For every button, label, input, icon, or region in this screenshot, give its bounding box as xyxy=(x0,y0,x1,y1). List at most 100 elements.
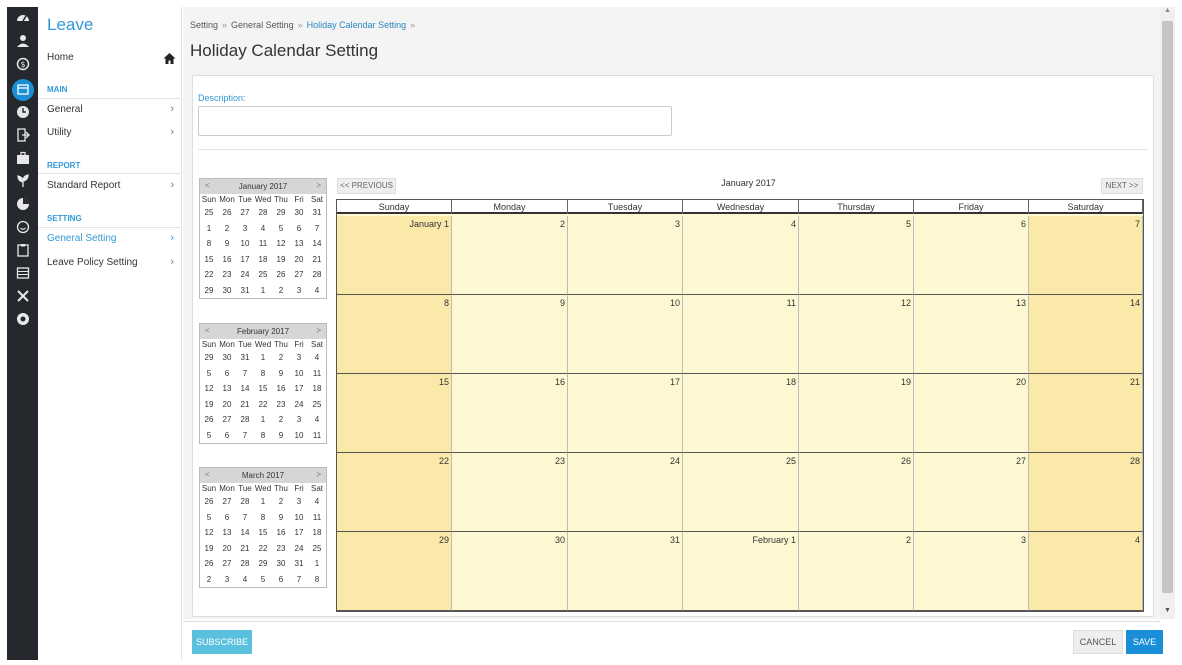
mini-day-cell[interactable]: 19 xyxy=(200,541,218,557)
calendar-day-cell[interactable]: 6 xyxy=(914,216,1029,295)
mini-day-cell[interactable]: 26 xyxy=(200,412,218,428)
breadcrumb-item[interactable]: Setting xyxy=(190,20,218,30)
mini-day-cell[interactable]: 31 xyxy=(290,556,308,572)
mini-next-icon[interactable]: > xyxy=(316,470,321,479)
mini-day-cell[interactable]: 8 xyxy=(254,366,272,382)
calendar-day-cell[interactable]: January 1 xyxy=(337,216,452,295)
mini-day-cell[interactable]: 20 xyxy=(218,397,236,413)
mini-day-cell[interactable]: 31 xyxy=(308,205,326,221)
mini-day-cell[interactable]: 2 xyxy=(272,350,290,366)
save-button[interactable]: SAVE xyxy=(1126,630,1163,654)
mini-day-cell[interactable]: 8 xyxy=(200,236,218,252)
mini-day-cell[interactable]: 26 xyxy=(218,205,236,221)
mini-day-cell[interactable]: 30 xyxy=(218,283,236,299)
calendar-day-cell[interactable]: 28 xyxy=(1029,453,1143,532)
briefcase-icon[interactable] xyxy=(7,150,38,172)
plant-icon[interactable] xyxy=(7,173,38,195)
calendar-day-cell[interactable]: 15 xyxy=(337,374,452,453)
mini-day-cell[interactable]: 25 xyxy=(308,397,326,413)
calendar-day-cell[interactable]: 24 xyxy=(568,453,683,532)
mini-day-cell[interactable]: 8 xyxy=(254,428,272,444)
mini-day-cell[interactable]: 16 xyxy=(272,525,290,541)
mini-day-cell[interactable]: 30 xyxy=(272,556,290,572)
table-icon[interactable] xyxy=(7,265,38,287)
mini-day-cell[interactable]: 29 xyxy=(272,205,290,221)
mini-day-cell[interactable]: 26 xyxy=(200,556,218,572)
sidebar-item-leave-policy-setting[interactable]: Leave Policy Setting › xyxy=(38,253,182,275)
calendar-day-cell[interactable]: 7 xyxy=(1029,216,1143,295)
mini-day-cell[interactable]: 3 xyxy=(290,412,308,428)
calendar-day-cell[interactable]: 19 xyxy=(799,374,914,453)
mini-day-cell[interactable]: 25 xyxy=(308,541,326,557)
mini-day-cell[interactable]: 19 xyxy=(272,252,290,268)
clock-icon[interactable] xyxy=(7,104,38,126)
user-icon[interactable] xyxy=(7,33,38,55)
mini-day-cell[interactable]: 19 xyxy=(200,397,218,413)
mini-day-cell[interactable]: 8 xyxy=(308,572,326,588)
calendar-day-cell[interactable]: 8 xyxy=(337,295,452,374)
mini-day-cell[interactable]: 23 xyxy=(272,541,290,557)
mini-day-cell[interactable]: 12 xyxy=(272,236,290,252)
calendar-day-cell[interactable]: 5 xyxy=(799,216,914,295)
mini-day-cell[interactable]: 10 xyxy=(236,236,254,252)
mini-day-cell[interactable]: 16 xyxy=(218,252,236,268)
scroll-down-icon[interactable]: ▼ xyxy=(1160,607,1175,619)
scroll-up-icon[interactable]: ▲ xyxy=(1160,7,1175,19)
calendar-day-cell[interactable]: 25 xyxy=(683,453,799,532)
mini-day-cell[interactable]: 17 xyxy=(236,252,254,268)
calendar-day-cell[interactable]: 11 xyxy=(683,295,799,374)
mini-day-cell[interactable]: 27 xyxy=(218,412,236,428)
mini-day-cell[interactable]: 10 xyxy=(290,428,308,444)
calendar-day-cell[interactable]: 12 xyxy=(799,295,914,374)
mini-day-cell[interactable]: 27 xyxy=(236,205,254,221)
mini-day-cell[interactable]: 11 xyxy=(308,428,326,444)
tools-icon[interactable] xyxy=(7,288,38,310)
mini-day-cell[interactable]: 3 xyxy=(236,221,254,237)
mini-day-cell[interactable]: 29 xyxy=(254,556,272,572)
description-input[interactable] xyxy=(198,106,672,136)
calendar-day-cell[interactable]: 21 xyxy=(1029,374,1143,453)
clipboard-icon[interactable] xyxy=(7,242,38,264)
mini-day-cell[interactable]: 1 xyxy=(200,221,218,237)
mini-day-cell[interactable]: 4 xyxy=(236,572,254,588)
mini-day-cell[interactable]: 12 xyxy=(200,381,218,397)
mini-day-cell[interactable]: 26 xyxy=(272,267,290,283)
mini-day-cell[interactable]: 6 xyxy=(218,510,236,526)
mini-day-cell[interactable]: 7 xyxy=(236,510,254,526)
calendar-day-cell[interactable]: 27 xyxy=(914,453,1029,532)
mini-day-cell[interactable]: 4 xyxy=(308,494,326,510)
mini-day-cell[interactable]: 5 xyxy=(254,572,272,588)
mini-day-cell[interactable]: 12 xyxy=(200,525,218,541)
mini-day-cell[interactable]: 15 xyxy=(254,381,272,397)
pie-chart-icon[interactable] xyxy=(7,196,38,218)
mini-day-cell[interactable]: 3 xyxy=(218,572,236,588)
calendar-day-cell[interactable]: 4 xyxy=(683,216,799,295)
calendar-icon[interactable] xyxy=(7,79,38,101)
mini-day-cell[interactable]: 16 xyxy=(272,381,290,397)
calendar-day-cell[interactable]: 17 xyxy=(568,374,683,453)
mini-day-cell[interactable]: 1 xyxy=(254,412,272,428)
previous-month-button[interactable]: << PREVIOUS xyxy=(337,178,396,194)
mini-day-cell[interactable]: 15 xyxy=(254,525,272,541)
mini-day-cell[interactable]: 14 xyxy=(236,525,254,541)
mini-day-cell[interactable]: 6 xyxy=(272,572,290,588)
mini-day-cell[interactable]: 18 xyxy=(308,381,326,397)
calendar-day-cell[interactable]: 23 xyxy=(452,453,568,532)
power-icon[interactable] xyxy=(7,311,38,333)
mini-day-cell[interactable]: 4 xyxy=(308,350,326,366)
calendar-day-cell[interactable]: 9 xyxy=(452,295,568,374)
mini-day-cell[interactable]: 20 xyxy=(218,541,236,557)
subscribe-button[interactable]: SUBSCRIBE xyxy=(192,630,252,654)
mini-day-cell[interactable]: 10 xyxy=(290,510,308,526)
calendar-day-cell[interactable]: 2 xyxy=(799,532,914,611)
mini-day-cell[interactable]: 4 xyxy=(308,412,326,428)
calendar-day-cell[interactable]: 30 xyxy=(452,532,568,611)
calendar-day-cell[interactable]: 20 xyxy=(914,374,1029,453)
mini-next-icon[interactable]: > xyxy=(316,181,321,190)
mini-day-cell[interactable]: 9 xyxy=(272,510,290,526)
mini-day-cell[interactable]: 21 xyxy=(236,397,254,413)
mini-day-cell[interactable]: 13 xyxy=(218,525,236,541)
mini-day-cell[interactable]: 28 xyxy=(254,205,272,221)
mini-day-cell[interactable]: 1 xyxy=(254,494,272,510)
calendar-day-cell[interactable]: 22 xyxy=(337,453,452,532)
